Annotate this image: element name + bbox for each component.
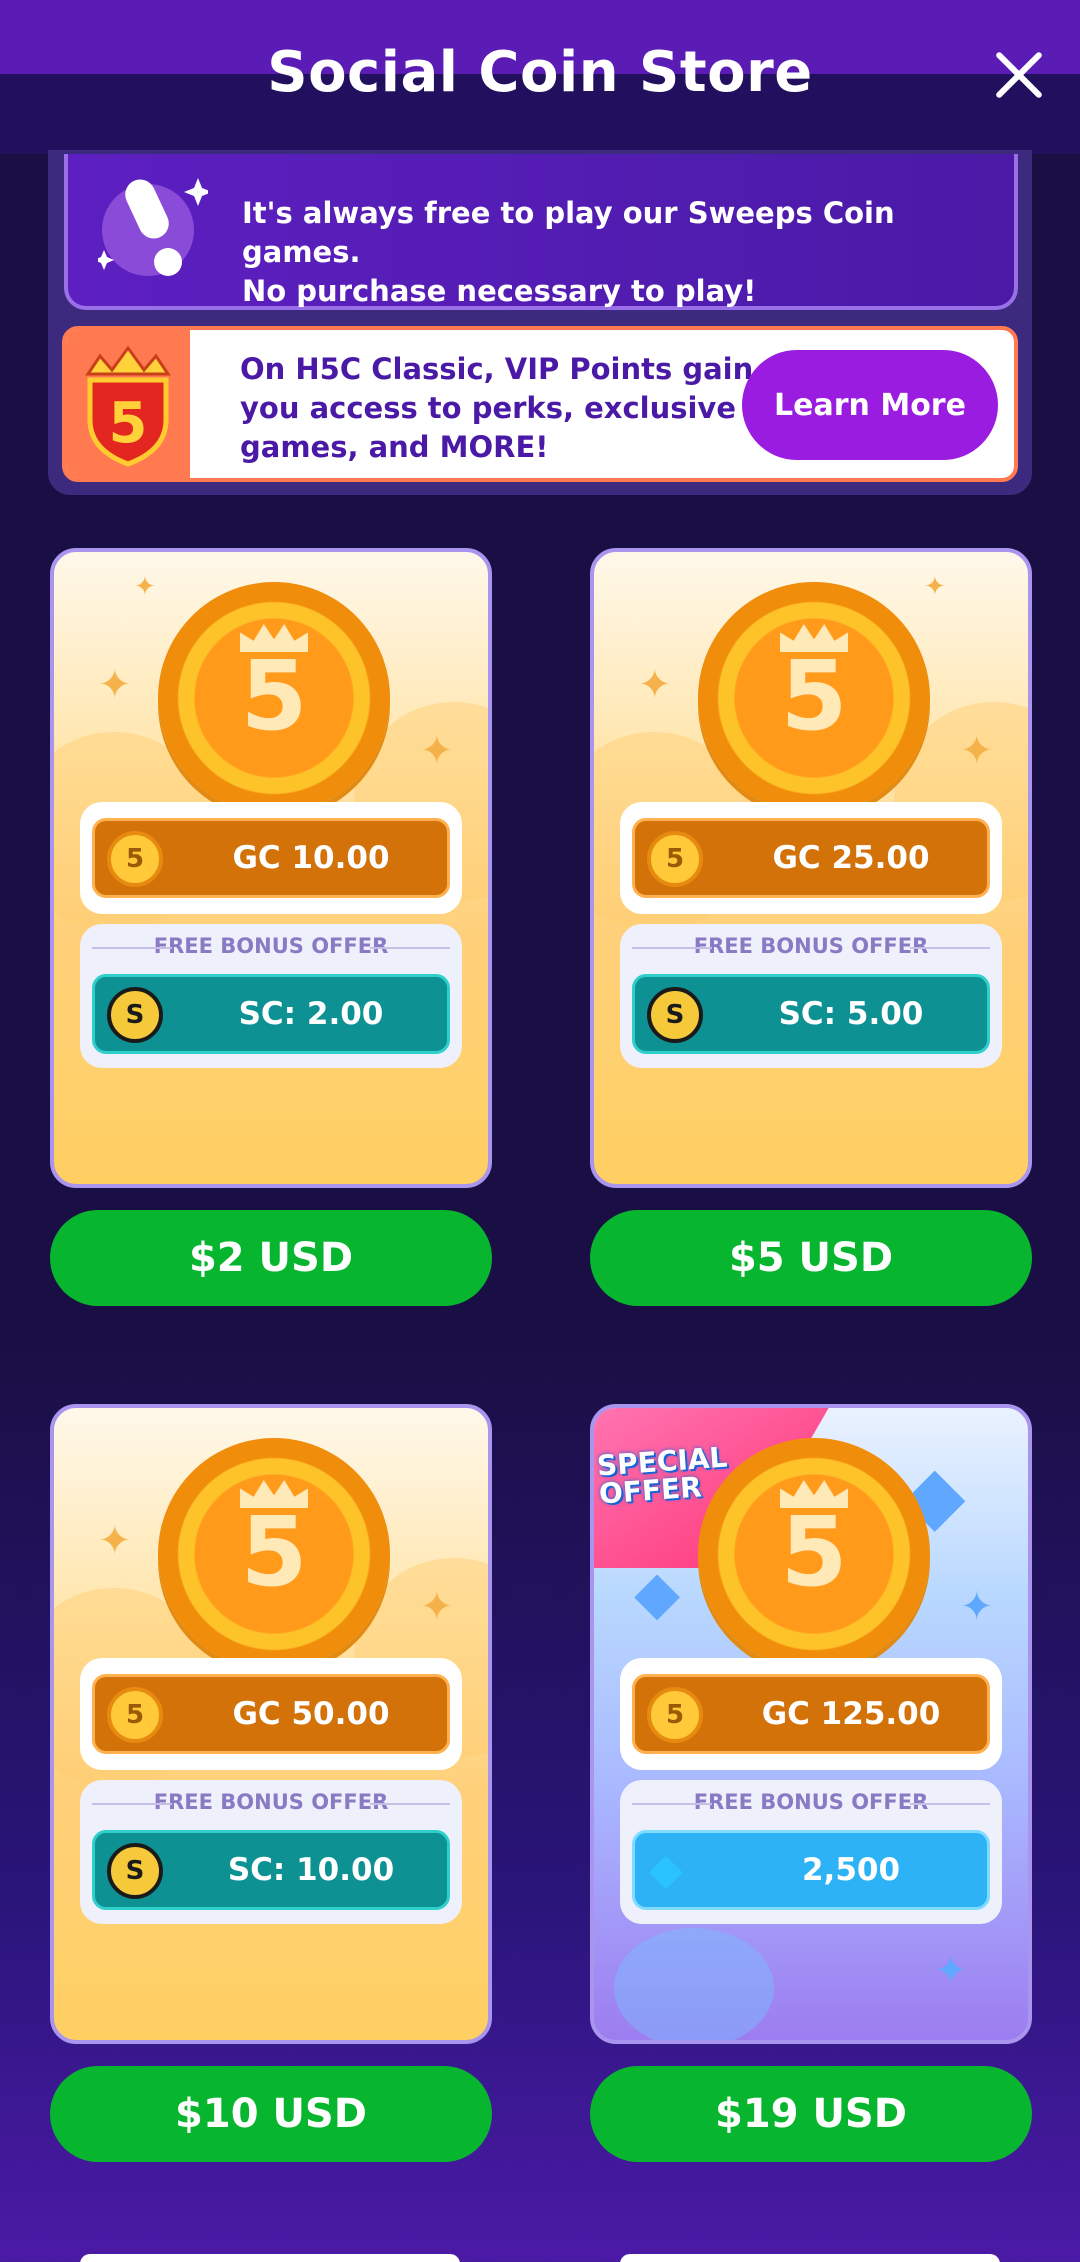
vip-logo-area: 5 <box>66 330 190 478</box>
gold-coin-amount: GC 50.00 <box>232 1696 390 1732</box>
buy-button[interactable]: $19 USD <box>590 2066 1032 2162</box>
sweeps-coin-amount: SC: 10.00 <box>227 1852 395 1888</box>
buy-button[interactable]: $10 USD <box>50 2066 492 2162</box>
gold-coin-box: 5 GC 25.00 <box>620 802 1002 914</box>
close-icon[interactable] <box>994 50 1044 100</box>
free-banner-line2: No purchase necessary to play! <box>242 274 757 308</box>
star-icon: ✦ <box>420 1584 454 1630</box>
gold-chip-icon: 5 <box>158 1438 390 1670</box>
vip-line1: On H5C Classic, VIP Points gain <box>240 352 754 386</box>
sweeps-coin-icon: S <box>647 987 703 1043</box>
sweeps-coin-amount: SC: 2.00 <box>238 996 384 1032</box>
buy-button[interactable]: $2 USD <box>50 1210 492 1306</box>
gold-coin-bar: 5 GC 10.00 <box>92 818 450 898</box>
sweeps-coin-bar: S SC: 5.00 <box>632 974 990 1054</box>
star-icon: ✦ <box>960 728 994 774</box>
gem-bar: ◆ 2,500 <box>632 1830 990 1910</box>
exclamation-icon <box>98 178 208 276</box>
star-icon: ✦ <box>924 572 946 602</box>
sweeps-coin-icon: S <box>107 1843 163 1899</box>
gold-coin-box: 5 GC 10.00 <box>80 802 462 914</box>
bonus-box: FREE BONUS OFFER S SC: 10.00 <box>80 1780 462 1924</box>
sweeps-coin-amount: SC: 5.00 <box>778 996 924 1032</box>
gold-coin-icon: 5 <box>647 1687 703 1743</box>
gold-coin-icon: 5 <box>107 831 163 887</box>
bonus-label: FREE BONUS OFFER <box>620 934 1002 958</box>
gold-coin-amount: GC 10.00 <box>232 840 390 876</box>
package-card[interactable]: ✦ ✦ ✦ 5 5 GC 25.00 FREE BONUS OFFER S SC… <box>590 548 1032 1188</box>
buy-button[interactable]: $5 USD <box>590 1210 1032 1306</box>
gold-coin-icon: 5 <box>647 831 703 887</box>
star-icon: ✦ <box>934 1948 968 1994</box>
gold-chip-icon: 5 <box>158 582 390 814</box>
diamond-decor-icon: ◆ <box>634 1558 681 1628</box>
star-icon: ✦ <box>638 662 672 708</box>
star-icon: ✦ <box>98 662 132 708</box>
gold-chip-icon: 5 <box>698 582 930 814</box>
free-banner-line1: It's always free to play our Sweeps Coin… <box>242 196 895 269</box>
next-card-edge <box>620 2254 1000 2262</box>
package-card[interactable]: ✦ ✦ ✦ 5 5 GC 10.00 FREE BONUS OFFER S SC… <box>50 548 492 1188</box>
gem-icon: ◆ <box>649 1844 683 1895</box>
gold-coin-box: 5 GC 50.00 <box>80 1658 462 1770</box>
vip-line3: games, and MORE! <box>240 430 549 464</box>
gold-chip-icon: 5 <box>698 1438 930 1670</box>
gold-coin-bar: 5 GC 25.00 <box>632 818 990 898</box>
bonus-label: FREE BONUS OFFER <box>80 1790 462 1814</box>
bonus-box: FREE BONUS OFFER S SC: 5.00 <box>620 924 1002 1068</box>
gold-coin-box: 5 GC 125.00 <box>620 1658 1002 1770</box>
bonus-label: FREE BONUS OFFER <box>80 934 462 958</box>
sweeps-coin-bar: S SC: 10.00 <box>92 1830 450 1910</box>
bonus-label: FREE BONUS OFFER <box>620 1790 1002 1814</box>
package-card-special[interactable]: ◆ ◆ ✦ ✦ SPECIAL OFFER 5 5 GC 125.00 FREE… <box>590 1404 1032 2044</box>
star-icon: ✦ <box>420 728 454 774</box>
gold-coin-amount: GC 125.00 <box>761 1696 941 1732</box>
bonus-box: FREE BONUS OFFER ◆ 2,500 <box>620 1780 1002 1924</box>
gem-amount: 2,500 <box>801 1852 901 1888</box>
free-play-banner: It's always free to play our Sweeps Coin… <box>64 154 1018 310</box>
bonus-box: FREE BONUS OFFER S SC: 2.00 <box>80 924 462 1068</box>
next-card-edge <box>80 2254 460 2262</box>
gold-coin-bar: 5 GC 125.00 <box>632 1674 990 1754</box>
gold-coin-bar: 5 GC 50.00 <box>92 1674 450 1754</box>
sweeps-coin-icon: S <box>107 987 163 1043</box>
star-icon: ✦ <box>134 572 156 602</box>
page-title: Social Coin Store <box>267 40 813 105</box>
h5c-crown-logo: 5 <box>85 345 171 467</box>
decor-bubble <box>614 1928 774 2040</box>
star-icon: ✦ <box>960 1584 994 1630</box>
gold-coin-amount: GC 25.00 <box>772 840 930 876</box>
vip-banner: 5 On H5C Classic, VIP Points gain you ac… <box>62 326 1018 482</box>
sweeps-coin-bar: S SC: 2.00 <box>92 974 450 1054</box>
learn-more-button[interactable]: Learn More <box>742 350 998 460</box>
star-icon: ✦ <box>98 1518 132 1564</box>
package-card[interactable]: ✦ ✦ 5 5 GC 50.00 FREE BONUS OFFER S SC: … <box>50 1404 492 2044</box>
svg-text:5: 5 <box>109 391 148 456</box>
vip-line2: you access to perks, exclusive <box>240 391 737 425</box>
gold-coin-icon: 5 <box>107 1687 163 1743</box>
